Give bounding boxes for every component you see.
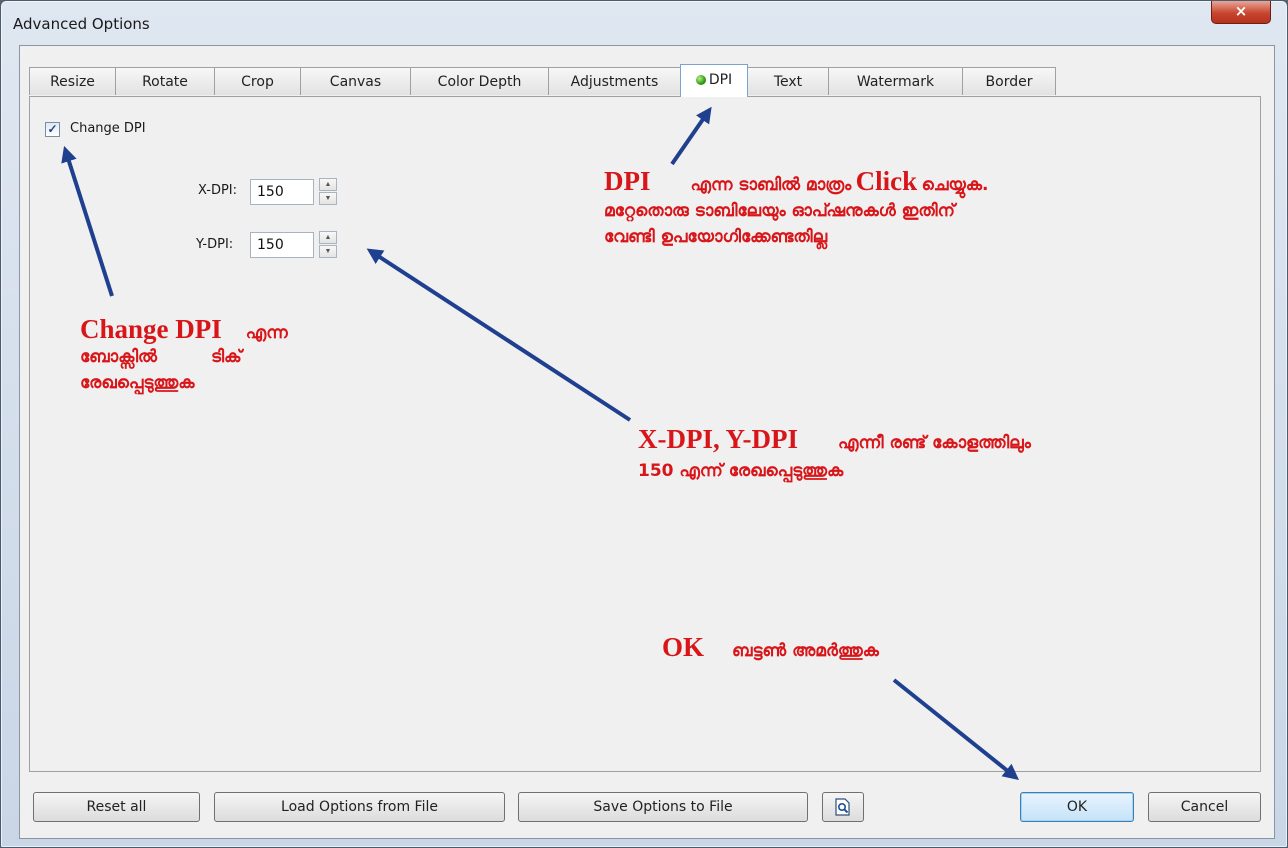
spin-up-icon[interactable]: ▲ [319,178,337,191]
tab-rotate[interactable]: Rotate [115,67,215,95]
annotation-text: എന്നീ രണ്ട് കോളത്തിലും [838,433,1031,453]
tab-label: Resize [50,74,95,90]
tab-label: DPI [708,72,733,88]
annotation-text: എന്ന [245,323,288,343]
tab-watermark[interactable]: Watermark [828,67,963,95]
annotation-text: ബോക്സിൽ [80,347,157,367]
tab-label: Crop [241,74,274,90]
annotation-text: വേണ്ടി ഉപയോഗിക്കേണ്ടതില്ല [604,227,828,247]
annotation-text: എന്ന ടാബിൽ മാത്രം [690,175,852,195]
ok-button[interactable]: OK [1020,792,1134,822]
spin-down-icon[interactable]: ▼ [319,245,337,258]
annotation-heading: Change DPI [80,314,222,344]
annotation-text: രേഖപ്പെടുത്തുക [80,373,195,393]
annotation-heading: OK [662,632,705,662]
annotation-text: ടിക് [211,347,242,367]
x-dpi-spinner[interactable]: ▲ ▼ [319,178,337,206]
spin-up-icon[interactable]: ▲ [319,231,337,244]
ok-button-annotation: OK ബട്ടൺ അമർത്തുക [662,632,879,663]
annotation-text: ബട്ടൺ അമർത്തുക [732,641,879,661]
tab-resize[interactable]: Resize [29,67,116,95]
y-dpi-label: Y-DPI: [196,237,234,252]
tab-text[interactable]: Text [747,67,829,95]
change-dpi-label[interactable]: Change DPI [70,121,146,136]
preview-magnifier-icon [835,798,850,816]
annotation-text: മറ്റേതൊരു ടാബിലേയും ഓപ്ഷനുകൾ ഇതിന് [604,201,955,221]
cancel-button[interactable]: Cancel [1148,792,1261,822]
tab-adjustments[interactable]: Adjustments [548,67,681,95]
window-title: Advanced Options [13,15,150,33]
tab-dpi[interactable]: DPI [680,64,748,97]
y-dpi-spinner[interactable]: ▲ ▼ [319,231,337,259]
tab-label: Canvas [329,74,382,90]
change-dpi-annotation: Change DPI എന്ന ബോക്സിൽ ടിക് രേഖപ്പെടുത്തു… [80,314,288,393]
green-dot-icon [695,75,706,85]
change-dpi-checkbox[interactable]: ✓ [45,122,60,137]
annotation-text: 150 എന്ന് രേഖപ്പെടുത്തുക [638,461,844,481]
reset-all-button[interactable]: Reset all [33,792,200,822]
tab-label: Text [773,74,803,90]
annotation-heading: Click [855,166,918,196]
save-options-button[interactable]: Save Options to File [518,792,808,822]
annotation-text: ചെയ്യുക. [921,175,989,195]
title-bar[interactable]: Advanced Options × [1,1,1287,45]
y-dpi-input[interactable]: 150 [250,232,314,258]
close-button[interactable]: × [1211,1,1271,24]
spin-down-icon[interactable]: ▼ [319,192,337,205]
tab-label: Watermark [856,74,935,90]
dpi-tab-annotation: DPI എന്ന ടാബിൽ മാത്രം Click ചെയ്യുക. മറ്റ… [604,166,988,247]
tab-label: Rotate [142,74,188,90]
load-options-button[interactable]: Load Options from File [214,792,505,822]
x-dpi-input[interactable]: 150 [250,179,314,205]
tab-color-depth[interactable]: Color Depth [410,67,549,95]
tab-border[interactable]: Border [962,67,1056,95]
xy-dpi-annotation: X-DPI, Y-DPI എന്നീ രണ്ട് കോളത്തിലും 150 എ… [638,424,1031,481]
annotation-heading: X-DPI, Y-DPI [638,424,798,454]
tab-label: Border [985,74,1033,90]
annotation-heading: DPI [604,166,651,196]
tab-label: Adjustments [570,74,659,90]
x-dpi-label: X-DPI: [198,183,238,198]
preview-button[interactable] [822,792,864,822]
tab-label: Color Depth [437,74,522,90]
tab-crop[interactable]: Crop [214,67,301,95]
tab-canvas[interactable]: Canvas [300,67,411,95]
